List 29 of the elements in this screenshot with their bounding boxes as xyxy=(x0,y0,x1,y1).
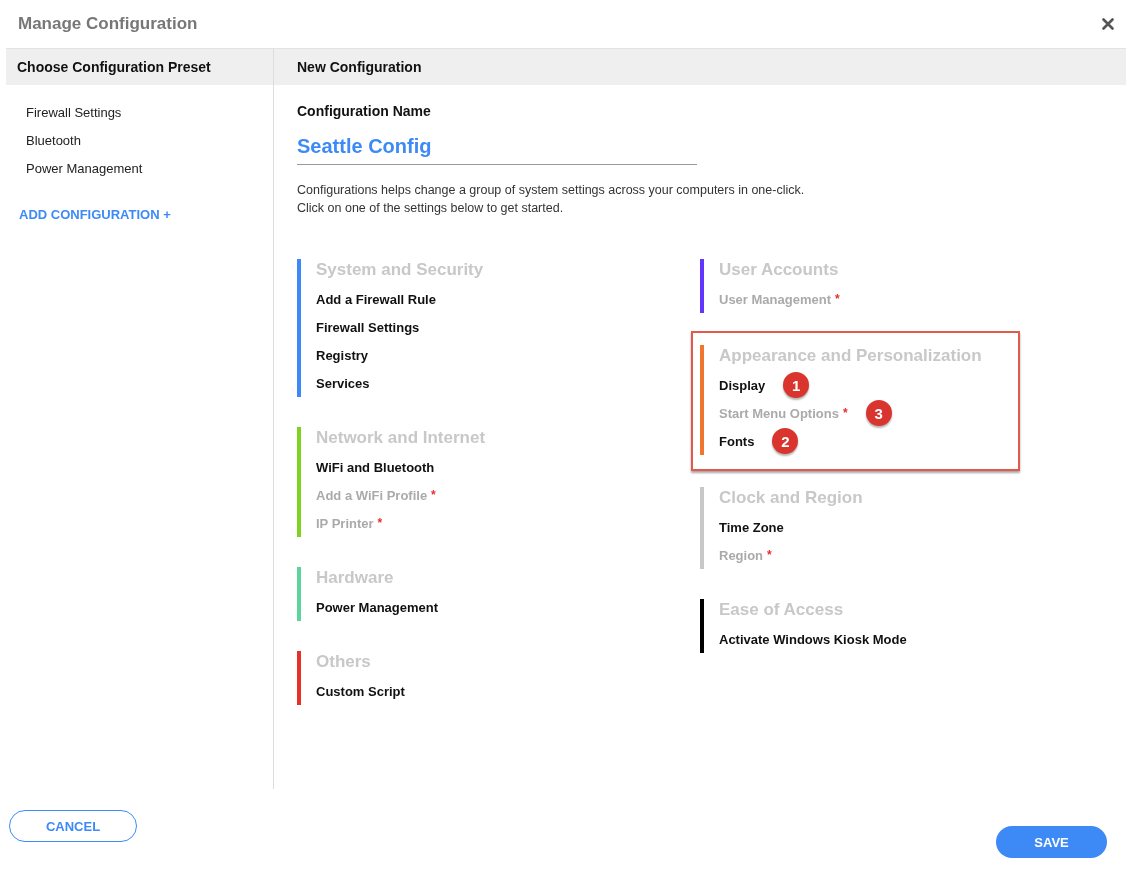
step-badge: 1 xyxy=(783,372,810,398)
setting-link[interactable]: WiFi and Bluetooth xyxy=(316,459,435,475)
step-badge: 3 xyxy=(865,400,892,426)
required-mark: * xyxy=(431,488,436,502)
setting-link[interactable]: Fonts xyxy=(719,433,755,449)
setting-link[interactable]: Activate Windows Kiosk Mode xyxy=(719,631,907,647)
step-badge: 2 xyxy=(772,428,799,454)
panel-heading: Choose Configuration Preset xyxy=(17,59,211,75)
close-icon[interactable] xyxy=(1102,18,1114,30)
setting-link[interactable]: Firewall Settings xyxy=(316,319,420,335)
panel-heading: New Configuration xyxy=(297,59,422,75)
required-mark: * xyxy=(842,406,848,420)
setting-link[interactable]: Services xyxy=(316,375,370,391)
setting-link[interactable]: Display xyxy=(719,377,766,393)
preset-item[interactable]: Power Management xyxy=(26,161,273,176)
field-label: Configuration Name xyxy=(297,103,432,119)
required-mark: * xyxy=(767,548,772,562)
description-text: Configurations helps change a group of system settings across your computers in one-click. xyxy=(297,182,806,199)
required-mark: * xyxy=(835,292,840,306)
preset-item[interactable]: Bluetooth xyxy=(26,133,273,148)
dialog-title: Manage Configuration xyxy=(18,14,198,34)
preset-item[interactable]: Firewall Settings xyxy=(26,105,273,120)
setting-link[interactable]: Custom Script xyxy=(316,683,405,699)
setting-link[interactable]: Add a Firewall Rule xyxy=(316,291,436,307)
setting-link[interactable]: Time Zone xyxy=(719,519,784,535)
description-text: Click on one of the settings below to get started. xyxy=(297,200,565,217)
setting-link[interactable]: Power Management xyxy=(316,599,439,615)
setting-link[interactable]: Registry xyxy=(316,347,369,363)
required-mark: * xyxy=(377,516,383,530)
